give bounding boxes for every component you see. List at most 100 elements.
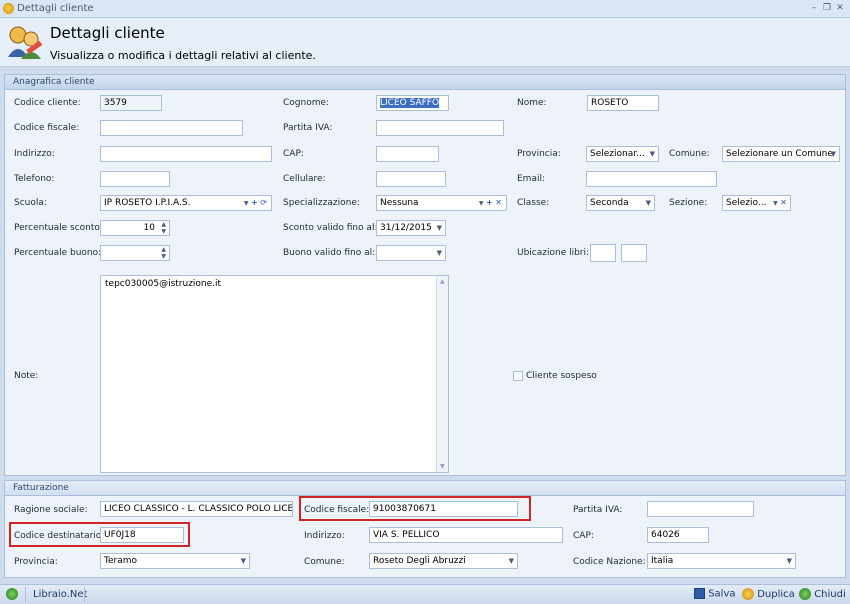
cap-field[interactable] <box>376 146 439 162</box>
sezione-select[interactable]: Selezio... ▼ ✕ <box>722 195 791 211</box>
refresh-icon[interactable]: ⟳ <box>260 198 267 207</box>
duplica-label: Duplica <box>757 589 795 600</box>
buono-valido-date[interactable]: ▼ <box>376 245 446 261</box>
classe-select[interactable]: Seconda ▼ <box>586 195 655 211</box>
fatturazione-section-title: Fatturazione <box>5 481 845 496</box>
codice-cliente-field: 3579 <box>100 95 162 111</box>
app-status-icon <box>6 588 18 600</box>
chiudi-button[interactable]: Chiudi <box>799 588 846 600</box>
note-scrollbar[interactable]: ▲ ▼ <box>436 276 448 472</box>
spinner-arrows-icon[interactable]: ▲ ▼ <box>161 221 166 235</box>
codice-fiscale-field[interactable] <box>100 120 243 136</box>
close-icon[interactable]: ✕ <box>834 2 846 14</box>
codice-destinatario-field[interactable]: UF0J18 <box>100 527 184 543</box>
page-subtitle: Visualizza o modifica i dettagli relativ… <box>50 49 316 62</box>
chevron-down-icon: ▼ <box>508 557 514 565</box>
fatt-provincia-select[interactable]: Teramo ▼ <box>100 553 250 569</box>
chiudi-label: Chiudi <box>814 589 846 600</box>
fatt-provincia-value: Teramo <box>104 556 137 566</box>
provincia-value: Selezionar... <box>590 149 645 159</box>
note-textarea[interactable]: tepc030005@istruzione.it ▲ ▼ <box>100 275 449 473</box>
divider <box>84 587 85 602</box>
add-icon[interactable]: + <box>486 198 493 207</box>
codice-destinatario-label: Codice destinatario: <box>14 531 105 541</box>
percentuale-buono-spinner[interactable]: ▲ ▼ <box>100 245 170 261</box>
chevron-down-icon: ▼ <box>436 224 442 232</box>
save-icon <box>694 588 705 599</box>
scuola-value: IP ROSETO I.P.I.A.S. <box>104 198 191 208</box>
sconto-valido-value: 31/12/2015 <box>380 223 432 233</box>
percentuale-sconto-value: 10 <box>143 223 155 233</box>
chevron-down-icon[interactable]: ▼ <box>773 200 778 207</box>
classe-value: Seconda <box>590 198 629 208</box>
partita-iva-field[interactable] <box>376 120 504 136</box>
salva-button[interactable]: Salva <box>694 588 736 600</box>
cliente-sospeso-label: Cliente sospeso <box>526 371 597 381</box>
telefono-label: Telefono: <box>14 174 55 184</box>
chevron-down-icon: ▼ <box>830 150 836 158</box>
codice-nazione-label: Codice Nazione: <box>573 557 646 567</box>
cognome-value: LICEO SAFFO <box>380 98 440 108</box>
nome-field[interactable]: ROSETO <box>587 95 659 111</box>
sconto-valido-label: Sconto valido fino al: <box>283 223 378 233</box>
sezione-actions: ▼ ✕ <box>773 196 787 210</box>
close-circle-icon <box>799 588 811 600</box>
nome-label: Nome: <box>517 98 547 108</box>
restore-icon[interactable]: ❐ <box>821 2 833 14</box>
cap-label: CAP: <box>283 149 304 159</box>
chevron-down-icon[interactable]: ▼ <box>479 200 484 207</box>
ragione-sociale-field[interactable]: LICEO CLASSICO - L. CLASSICO POLO LICEAL… <box>100 501 293 517</box>
partita-iva-label: Partita IVA: <box>283 123 333 133</box>
fatt-indirizzo-label: Indirizzo: <box>304 531 345 541</box>
comune-select[interactable]: Selezionare un Comune ▼ <box>722 146 840 162</box>
clear-icon[interactable]: ✕ <box>495 198 502 207</box>
fatt-codice-fiscale-field[interactable]: 91003870671 <box>369 501 518 517</box>
clear-icon[interactable]: ✕ <box>780 198 787 207</box>
ubicazione-libri-label: Ubicazione libri: <box>517 248 590 258</box>
scroll-down-icon[interactable]: ▼ <box>440 463 445 470</box>
customer-icon <box>6 23 44 61</box>
duplica-button[interactable]: Duplica <box>742 588 795 600</box>
scuola-label: Scuola: <box>14 198 47 208</box>
ubicazione-libri-field-2[interactable] <box>621 244 647 262</box>
minimize-icon[interactable]: – <box>808 2 820 14</box>
provincia-select[interactable]: Selezionar... ▼ <box>586 146 659 162</box>
fatt-comune-select[interactable]: Roseto Degli Abruzzi ▼ <box>369 553 518 569</box>
percentuale-buono-label: Percentuale buono: <box>14 248 102 258</box>
email-field[interactable] <box>586 171 717 187</box>
chevron-down-icon[interactable]: ▼ <box>244 200 249 207</box>
indirizzo-label: Indirizzo: <box>14 149 55 159</box>
comune-value: Selezionare un Comune <box>726 149 833 159</box>
cellulare-field[interactable] <box>376 171 446 187</box>
fatt-provincia-label: Provincia: <box>14 557 58 567</box>
codice-nazione-select[interactable]: Italia ▼ <box>647 553 796 569</box>
cliente-sospeso-checkbox[interactable] <box>513 371 523 381</box>
ubicazione-libri-field-1[interactable] <box>590 244 616 262</box>
percentuale-sconto-spinner[interactable]: 10 ▲ ▼ <box>100 220 170 236</box>
spinner-arrows-icon[interactable]: ▲ ▼ <box>161 246 166 260</box>
scroll-up-icon[interactable]: ▲ <box>440 278 445 285</box>
fatt-indirizzo-field[interactable]: VIA S. PELLICO <box>369 527 563 543</box>
scuola-actions: ▼ + ⟳ <box>244 196 267 210</box>
sezione-label: Sezione: <box>669 198 708 208</box>
fatt-cap-field[interactable]: 64026 <box>647 527 709 543</box>
telefono-field[interactable] <box>100 171 170 187</box>
comune-label: Comune: <box>669 149 710 159</box>
codice-cliente-label: Codice cliente: <box>14 98 81 108</box>
add-icon[interactable]: + <box>251 198 258 207</box>
specializzazione-label: Specializzazione: <box>283 198 360 208</box>
buono-valido-label: Buono valido fino al: <box>283 248 376 258</box>
fatt-partita-iva-label: Partita IVA: <box>573 505 623 515</box>
cognome-field[interactable]: LICEO SAFFO <box>376 95 449 111</box>
percentuale-sconto-label: Percentuale sconto: <box>14 223 103 233</box>
chevron-down-icon: ▼ <box>649 150 655 158</box>
scuola-select[interactable]: IP ROSETO I.P.I.A.S. ▼ + ⟳ <box>100 195 272 211</box>
indirizzo-field[interactable] <box>100 146 272 162</box>
fatt-cap-label: CAP: <box>573 531 594 541</box>
chevron-down-icon: ▼ <box>436 249 442 257</box>
fatt-partita-iva-field[interactable] <box>647 501 754 517</box>
cognome-label: Cognome: <box>283 98 330 108</box>
sconto-valido-date[interactable]: 31/12/2015 ▼ <box>376 220 446 236</box>
chevron-down-icon: ▼ <box>645 199 651 207</box>
specializzazione-select[interactable]: Nessuna ▼ + ✕ <box>376 195 507 211</box>
